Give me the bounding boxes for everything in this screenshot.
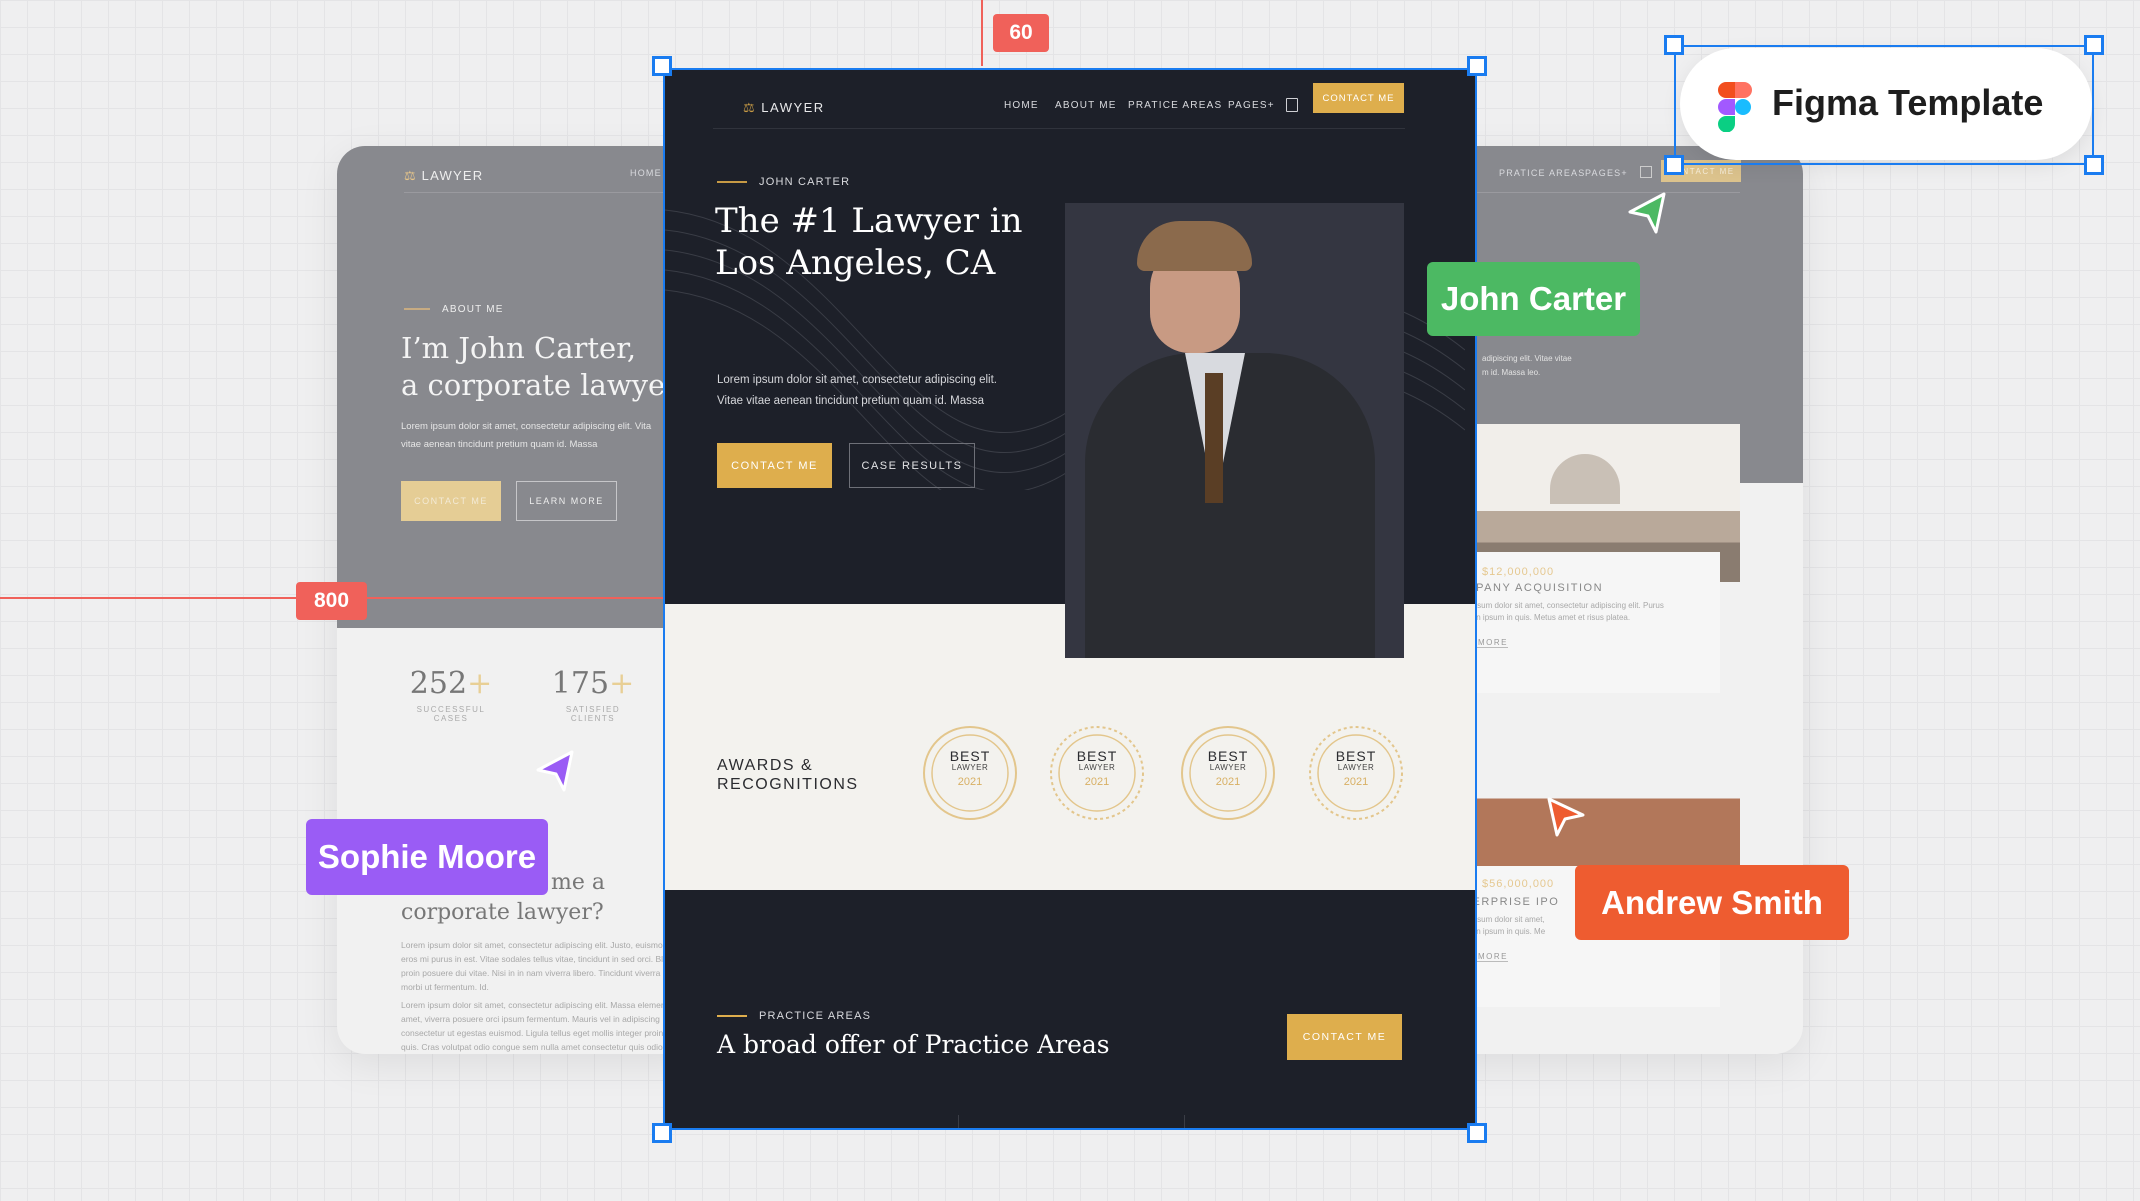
nav-about-me[interactable]: ABOUT ME (1055, 100, 1117, 111)
left-title: I’m John Carter, a corporate lawyer (401, 331, 680, 402)
logo[interactable]: ⚖ LAWYER (743, 100, 825, 116)
stat-satisfied-clients: 175+ SATISFIED CLIENTS (551, 666, 635, 723)
left-page-preview: ⚖ LAWYER HOME ABOUT ME I’m John Carter, a… (337, 146, 697, 1054)
badge-title: BEST (1207, 748, 1249, 764)
brand-text: LAWYER (421, 168, 484, 183)
hero-title: The #1 Lawyer in Los Angeles, CA (715, 201, 1023, 283)
main-page-frame[interactable]: ⚖ LAWYER HOME ABOUT ME PRATICE AREAS PAG… (663, 68, 1477, 1130)
column-divider (958, 1115, 959, 1128)
nav-divider (713, 128, 1405, 129)
case-results-button[interactable]: CASE RESULTS (849, 443, 975, 488)
hero-eyebrow: JOHN CARTER (717, 176, 850, 188)
badge-subtitle: LAWYER (1209, 763, 1247, 773)
award-badge: BEST LAWYER 2021 (1178, 723, 1278, 823)
cursor-orange-icon (1547, 797, 1585, 837)
lawyer-photo (1065, 203, 1404, 658)
badge-year: 2021 (1343, 776, 1369, 789)
awards-title: AWARDS & RECOGNITIONS (717, 757, 859, 793)
left-contact-button[interactable]: CONTACT ME (401, 481, 501, 521)
badge-subtitle: LAWYER (1078, 763, 1116, 773)
shopping-bag-icon[interactable] (1286, 98, 1298, 112)
stat-successful-cases: 252+ SUCCESSFUL CASES (409, 666, 493, 723)
cursor-green-icon (1628, 192, 1666, 234)
resize-handle-bottom-left[interactable] (652, 1123, 672, 1143)
left-paragraph-1: Lorem ipsum dolor sit amet, consectetur … (401, 940, 685, 992)
badge-title: BEST (1076, 748, 1118, 764)
left-learn-more-button[interactable]: LEARN MORE (516, 481, 617, 521)
brand-text: LAWYER (761, 100, 825, 115)
user-tag-sophie-moore: Sophie Moore (306, 819, 548, 895)
nav-pages[interactable]: PAGES+ (1228, 100, 1275, 111)
badge-year: 2021 (1084, 776, 1110, 789)
cursor-purple-icon (536, 750, 574, 792)
measure-badge-left: 800 (296, 582, 367, 620)
column-divider (1184, 1115, 1185, 1128)
resize-handle[interactable] (2084, 35, 2104, 55)
award-badge: BEST LAWYER 2021 (1306, 723, 1406, 823)
left-logo: ⚖ LAWYER (404, 168, 484, 183)
badge-title: BEST (1335, 748, 1377, 764)
resize-handle-bottom-right[interactable] (1467, 1123, 1487, 1143)
practice-title: A broad offer of Practice Areas (717, 1030, 1110, 1059)
practice-contact-button[interactable]: CONTACT ME (1287, 1014, 1402, 1060)
hero-contact-button[interactable]: CONTACT ME (717, 443, 832, 488)
right-nav-pages[interactable]: PAGES+ (1585, 168, 1628, 178)
user-tag-andrew-smith: Andrew Smith (1575, 865, 1849, 940)
badge-subtitle: LAWYER (951, 763, 989, 773)
badge-title: BEST (949, 748, 991, 764)
shopping-bag-icon[interactable] (1640, 166, 1652, 178)
practice-eyebrow: PRACTICE AREAS (717, 1010, 871, 1022)
resize-handle[interactable] (1664, 35, 1684, 55)
resize-handle[interactable] (2084, 155, 2104, 175)
resize-handle-top-right[interactable] (1467, 56, 1487, 76)
resize-handle[interactable] (1664, 155, 1684, 175)
measure-badge-top: 60 (993, 14, 1049, 52)
case-card: $12,000,000 COMPANY ACQUISITION Lorem ip… (1440, 552, 1720, 693)
user-tag-john-carter: John Carter (1427, 262, 1640, 336)
left-paragraph-2: Lorem ipsum dolor sit amet, consectetur … (401, 1000, 685, 1052)
resize-handle-top-left[interactable] (652, 56, 672, 76)
nav-contact-button[interactable]: CONTACT ME (1313, 83, 1404, 113)
badge-year: 2021 (957, 776, 983, 789)
nav-home[interactable]: HOME (1004, 100, 1039, 111)
nav-practice-areas[interactable]: PRATICE AREAS (1128, 100, 1222, 111)
badge-subtitle: LAWYER (1337, 763, 1375, 773)
hero-body: Lorem ipsum dolor sit amet, consectetur … (717, 374, 997, 407)
badge-year: 2021 (1215, 776, 1241, 789)
award-badge: BEST LAWYER 2021 (920, 723, 1020, 823)
measure-line-vertical (981, 0, 983, 66)
left-body: Lorem ipsum dolor sit amet, consectetur … (401, 421, 652, 450)
award-badge: BEST LAWYER 2021 (1047, 723, 1147, 823)
figma-selection-box (1674, 45, 2094, 165)
right-nav-practice[interactable]: PRATICE AREAS (1499, 168, 1585, 178)
left-nav-home[interactable]: HOME (630, 168, 662, 178)
scales-icon: ⚖ (743, 100, 757, 115)
right-body: adipiscing elit. Vitae vitae m id. Massa … (1482, 354, 1572, 377)
left-eyebrow: ABOUT ME (404, 304, 504, 315)
